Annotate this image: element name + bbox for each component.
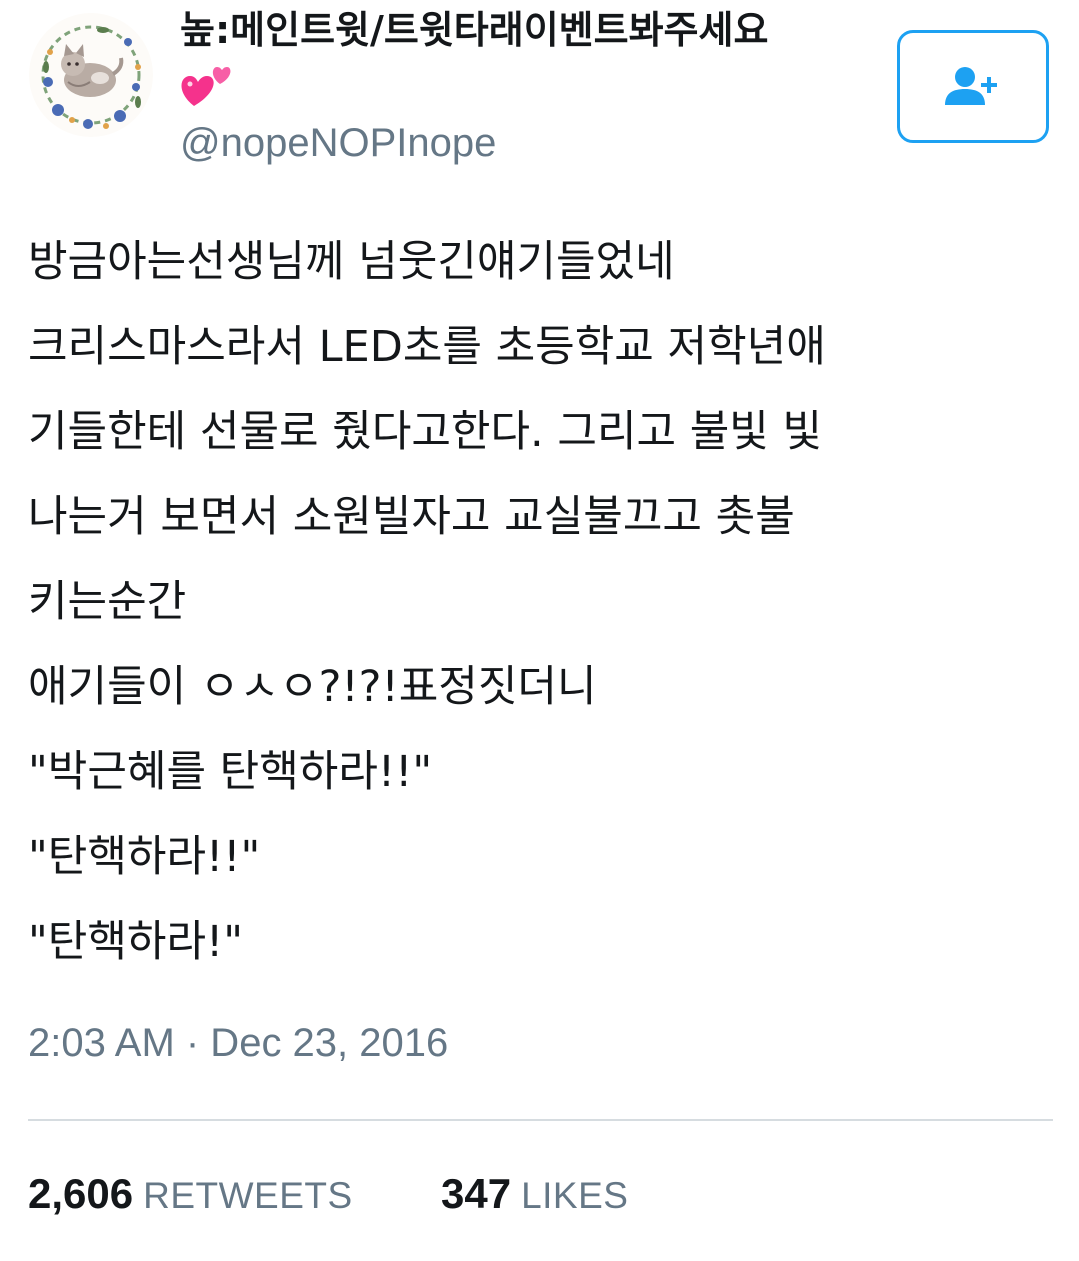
- retweets-count: 2,606: [28, 1170, 134, 1217]
- avatar[interactable]: [28, 12, 154, 138]
- display-name[interactable]: 높:메인트윗/트윗타래이벤트봐주세요: [180, 6, 870, 54]
- follow-button[interactable]: [897, 30, 1049, 143]
- tweet-text: 방금아는선생님께 넘웃긴얘기들었네 크리스마스라서 LED초를 초등학교 저학년…: [28, 220, 1058, 985]
- tweet-text-line: 크리스마스라서 LED초를 초등학교 저학년애: [28, 322, 826, 372]
- username[interactable]: @nopeNOPInope: [180, 118, 496, 168]
- tweet-text-line: 방금아는선생님께 넘웃긴얘기들었네: [28, 237, 675, 287]
- tweet-text-line: 기들한테 선물로 줬다고한다. 그리고 불빛 빛: [28, 407, 823, 457]
- tweet-text-line: 나는거 보면서 소원빌자고 교실불끄고 촛불: [28, 492, 795, 542]
- tweet-text-line: "박근혜를 탄핵하라!!": [28, 747, 433, 797]
- tweet-text-line: 키는순간: [28, 577, 187, 627]
- likes-count: 347: [441, 1170, 512, 1217]
- tweet-timestamp[interactable]: 2:03 AM · Dec 23, 2016: [28, 1018, 448, 1068]
- likes-label: LIKES: [521, 1175, 629, 1216]
- tweet-text-line: "탄핵하라!!": [28, 832, 261, 882]
- add-user-icon: [945, 66, 997, 105]
- cat-wreath-avatar-icon: [29, 13, 153, 137]
- tweet-text-line: 애기들이 ㅇㅅㅇ?!?!표정짓더니: [28, 662, 597, 712]
- tweet-detail: 높:메인트윗/트윗타래이벤트봐주세요 @nopeNOPInope 방금아는선생님…: [0, 0, 1079, 1261]
- divider: [28, 1119, 1053, 1121]
- retweets-label: RETWEETS: [143, 1175, 353, 1216]
- tweet-text-line: "탄핵하라!": [28, 917, 244, 967]
- two-hearts-icon: [180, 62, 232, 108]
- retweets-stat[interactable]: 2,606 RETWEETS: [28, 1168, 353, 1230]
- likes-stat[interactable]: 347 LIKES: [441, 1168, 628, 1230]
